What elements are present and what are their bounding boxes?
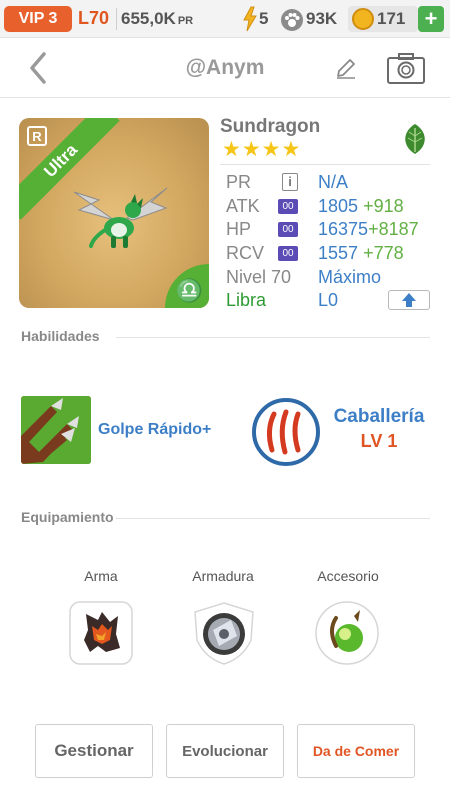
stat-base: 16375 — [318, 219, 369, 239]
manage-button[interactable]: Gestionar — [35, 724, 153, 778]
stat-base: 1805 — [318, 196, 359, 216]
skill-arrows-icon[interactable] — [21, 396, 91, 464]
info-icon[interactable]: i — [282, 173, 298, 191]
stat-value: Máximo — [318, 267, 382, 287]
leaf-icon — [405, 124, 425, 154]
divider — [220, 164, 430, 165]
book-icon: 00 — [278, 246, 298, 261]
equip-label-accessory: Accesorio — [317, 568, 379, 584]
weapon-slot-gauntlet-icon[interactable] — [68, 600, 134, 666]
gold-coin-icon — [352, 8, 374, 30]
feed-button[interactable]: Da de Comer — [297, 724, 415, 778]
stat-value: N/A — [318, 172, 349, 192]
stat-value: L0 — [318, 290, 339, 310]
energy-count: 5 — [259, 9, 269, 28]
power-rating-value: 655,0K — [121, 9, 176, 28]
equip-label-weapon: Arma — [84, 568, 118, 584]
add-gold-button[interactable]: + — [418, 6, 444, 32]
active-skill-name[interactable]: Golpe Rápido+ — [98, 421, 211, 439]
rarity-letter-badge: R — [27, 126, 47, 146]
divider — [116, 337, 430, 338]
food-count: 93K — [306, 9, 338, 28]
status-bar: VIP 3 L70 655,0K PR 5 93K 171 + — [0, 0, 450, 38]
book-icon: 00 — [278, 199, 298, 214]
stat-value: 1557 +778 — [318, 243, 404, 264]
libra-icon: ♎ — [175, 278, 203, 303]
stat-bonus: +8187 — [368, 219, 419, 239]
stat-value: 16375+8187 — [318, 219, 419, 240]
page-header: @Anym — [0, 38, 450, 98]
stat-label: PR — [226, 172, 252, 192]
leader-skill-level: LV 1 — [360, 431, 398, 451]
stat-label: RCV — [226, 243, 265, 263]
character-name: Sundragon — [220, 116, 321, 137]
section-title-equipment: Equipamiento — [21, 509, 114, 525]
star-icon: ★ — [261, 138, 281, 161]
stat-label: Libra — [226, 290, 267, 310]
star-icon: ★ — [281, 138, 301, 161]
page-title: @Anym — [185, 56, 265, 79]
dragon-portrait — [73, 187, 168, 248]
camera-icon[interactable] — [386, 51, 426, 85]
armor-slot-shield-icon[interactable] — [191, 600, 257, 666]
divider — [116, 8, 117, 30]
character-card[interactable]: Ultra R ♎ — [19, 118, 209, 308]
accessory-slot-orb-icon[interactable] — [314, 600, 380, 666]
vip-badge[interactable]: VIP 3 — [4, 6, 72, 32]
star-icon: ★ — [241, 138, 261, 161]
player-level: L70 — [78, 8, 110, 28]
evolve-button[interactable]: Evolucionar — [166, 724, 284, 778]
power-rating: 655,0K PR — [121, 9, 193, 29]
star-rating: ★★★★ — [222, 139, 301, 161]
stat-label: HP — [226, 219, 252, 239]
section-title-skills: Habilidades — [21, 328, 100, 344]
stat-label: ATK — [226, 196, 260, 216]
stat-bonus: +918 — [363, 196, 404, 216]
power-rating-label: PR — [177, 15, 194, 27]
stat-value: 1805 +918 — [318, 196, 404, 217]
leader-skill-name[interactable]: Caballería — [330, 406, 428, 428]
equip-label-armor: Armadura — [192, 568, 254, 584]
star-icon: ★ — [222, 138, 241, 161]
level-up-button[interactable] — [388, 290, 430, 310]
stat-bonus: +778 — [363, 243, 404, 263]
stat-label: Nivel 70 — [226, 267, 292, 287]
stat-base: 1557 — [318, 243, 359, 263]
gold-count: 171 — [377, 9, 406, 28]
divider — [116, 518, 430, 519]
paw-icon — [281, 9, 303, 31]
arrow-up-icon — [402, 293, 416, 307]
claw-icon[interactable] — [252, 398, 320, 466]
book-icon: 00 — [278, 222, 298, 237]
pencil-icon[interactable] — [334, 56, 358, 80]
lightning-icon — [243, 6, 257, 32]
